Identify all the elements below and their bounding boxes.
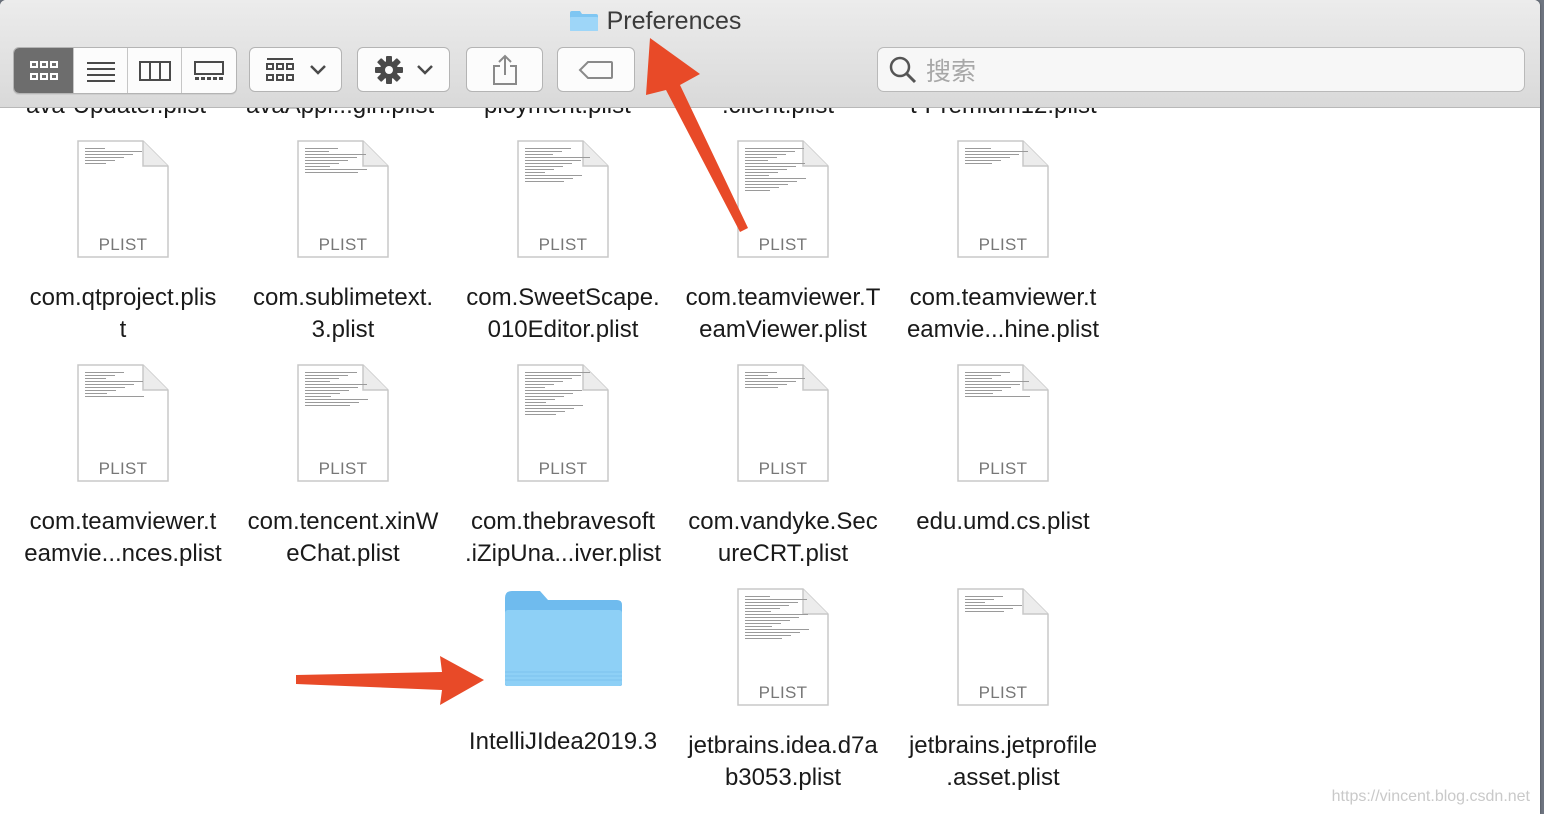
file-item-label[interactable]: ava-Updater.plist bbox=[26, 108, 206, 120]
window-title: Preferences bbox=[606, 6, 742, 35]
file-type-label: PLIST bbox=[538, 459, 588, 478]
plist-file-icon: PLIST bbox=[957, 140, 1049, 258]
plist-file-icon: PLIST bbox=[77, 140, 169, 258]
toolbar: Preferences 搜索 bbox=[0, 0, 1540, 108]
window-title-bar: Preferences bbox=[0, 6, 1540, 36]
file-item-label: com.sublimetext. 3.plist bbox=[252, 284, 434, 343]
file-item[interactable]: PLIST com.teamviewer.t eamvie...hine.plist bbox=[893, 140, 1113, 346]
plist-file-icon: PLIST bbox=[297, 140, 389, 258]
plist-file-icon: PLIST bbox=[297, 364, 389, 482]
search-placeholder: 搜索 bbox=[926, 57, 977, 86]
file-type-label: PLIST bbox=[98, 459, 148, 478]
group-by-button[interactable] bbox=[249, 47, 342, 92]
file-item-label: com.thebravesoft .iZipUna...iver.plist bbox=[464, 508, 662, 567]
file-item-label: com.vandyke.Sec ureCRT.plist bbox=[688, 508, 878, 567]
file-item[interactable]: PLIST com.qtproject.plis t bbox=[13, 140, 233, 346]
file-item[interactable]: PLIST jetbrains.idea.d7a b3053.plist bbox=[673, 588, 893, 794]
group-grid-icon bbox=[265, 57, 294, 81]
search-icon bbox=[889, 56, 917, 83]
plist-file-icon: PLIST bbox=[957, 588, 1049, 706]
file-item[interactable]: PLIST com.sublimetext. 3.plist bbox=[233, 140, 453, 346]
partial-row-above: ava-Updater.plist avaAppl...gin.plist pl… bbox=[0, 108, 1200, 122]
file-item-label[interactable]: ployment.plist bbox=[484, 108, 631, 120]
file-item[interactable]: PLIST com.SweetScape. 010Editor.plist bbox=[453, 140, 673, 346]
file-item[interactable]: PLIST com.teamviewer.T eamViewer.plist bbox=[673, 140, 893, 346]
file-item-label[interactable]: t-Premium12.plist bbox=[910, 108, 1097, 120]
file-item-label: jetbrains.jetprofile .asset.plist bbox=[908, 732, 1098, 791]
plist-file-icon: PLIST bbox=[737, 588, 829, 706]
file-item-label: com.tencent.xinW eChat.plist bbox=[247, 508, 439, 567]
plist-file-icon: PLIST bbox=[737, 140, 829, 258]
file-type-label: PLIST bbox=[758, 235, 808, 254]
file-item-label[interactable]: avaAppl...gin.plist bbox=[246, 108, 434, 120]
gear-icon bbox=[374, 55, 403, 84]
file-item[interactable]: PLIST jetbrains.jetprofile .asset.plist bbox=[893, 588, 1113, 794]
folder-icon bbox=[569, 11, 598, 31]
list-view-button[interactable] bbox=[74, 48, 128, 93]
plist-file-icon: PLIST bbox=[957, 364, 1049, 482]
watermark: https://vincent.blog.csdn.net bbox=[1331, 788, 1530, 805]
file-item-label: com.teamviewer.t eamvie...nces.plist bbox=[24, 508, 222, 567]
file-type-label: PLIST bbox=[978, 235, 1028, 254]
file-type-label: PLIST bbox=[318, 459, 368, 478]
list-view-icon bbox=[86, 61, 115, 82]
file-item[interactable]: PLIST com.tencent.xinW eChat.plist bbox=[233, 364, 453, 570]
column-view-button[interactable] bbox=[128, 48, 182, 93]
icon-view-icon bbox=[29, 60, 58, 80]
column-view-icon bbox=[138, 60, 171, 81]
file-item[interactable]: PLIST com.teamviewer.t eamvie...nces.plist bbox=[13, 364, 233, 570]
gallery-view-button[interactable] bbox=[182, 48, 236, 93]
icon-view-button[interactable] bbox=[14, 48, 74, 93]
file-item-label: com.teamviewer.t eamvie...hine.plist bbox=[906, 284, 1100, 343]
plist-file-icon: PLIST bbox=[517, 364, 609, 482]
folder-icon bbox=[502, 588, 624, 688]
search-field[interactable]: 搜索 bbox=[877, 47, 1525, 92]
file-item-label: edu.umd.cs.plist bbox=[916, 508, 1090, 535]
share-button[interactable] bbox=[466, 47, 543, 92]
finder-window: Preferences 搜索 PLIST com.qtproject.plis … bbox=[0, 0, 1540, 814]
file-type-label: PLIST bbox=[758, 683, 808, 702]
file-item-label: jetbrains.idea.d7a b3053.plist bbox=[688, 732, 878, 791]
file-item-label: com.qtproject.plis t bbox=[29, 284, 217, 343]
plist-file-icon: PLIST bbox=[77, 364, 169, 482]
file-item-label: IntelliJIdea2019.3 bbox=[468, 728, 658, 755]
file-item-label: com.teamviewer.T eamViewer.plist bbox=[685, 284, 881, 343]
file-item[interactable]: PLIST com.thebravesoft .iZipUna...iver.pli… bbox=[453, 364, 673, 570]
folder-item[interactable]: IntelliJIdea2019.3 bbox=[453, 588, 673, 758]
chevron-down-icon bbox=[309, 64, 326, 75]
file-item[interactable]: PLIST com.vandyke.Sec ureCRT.plist bbox=[673, 364, 893, 570]
file-type-label: PLIST bbox=[98, 235, 148, 254]
file-type-label: PLIST bbox=[978, 683, 1028, 702]
gallery-view-icon bbox=[194, 60, 224, 80]
tag-button[interactable] bbox=[557, 47, 635, 92]
file-item-label[interactable]: .client.plist bbox=[722, 108, 834, 120]
plist-file-icon: PLIST bbox=[737, 364, 829, 482]
file-type-label: PLIST bbox=[758, 459, 808, 478]
action-menu-button[interactable] bbox=[357, 47, 450, 92]
file-type-label: PLIST bbox=[978, 459, 1028, 478]
tag-icon bbox=[578, 60, 613, 79]
chevron-down-icon bbox=[416, 64, 433, 75]
plist-file-icon: PLIST bbox=[517, 140, 609, 258]
file-type-label: PLIST bbox=[538, 235, 588, 254]
share-icon bbox=[492, 54, 517, 85]
view-mode-segmented-control bbox=[13, 47, 237, 94]
file-item[interactable]: PLIST edu.umd.cs.plist bbox=[893, 364, 1113, 538]
file-item-label: com.SweetScape. 010Editor.plist bbox=[466, 284, 660, 343]
file-icon-grid: ava-Updater.plist avaAppl...gin.plist pl… bbox=[0, 108, 1540, 814]
file-type-label: PLIST bbox=[318, 235, 368, 254]
